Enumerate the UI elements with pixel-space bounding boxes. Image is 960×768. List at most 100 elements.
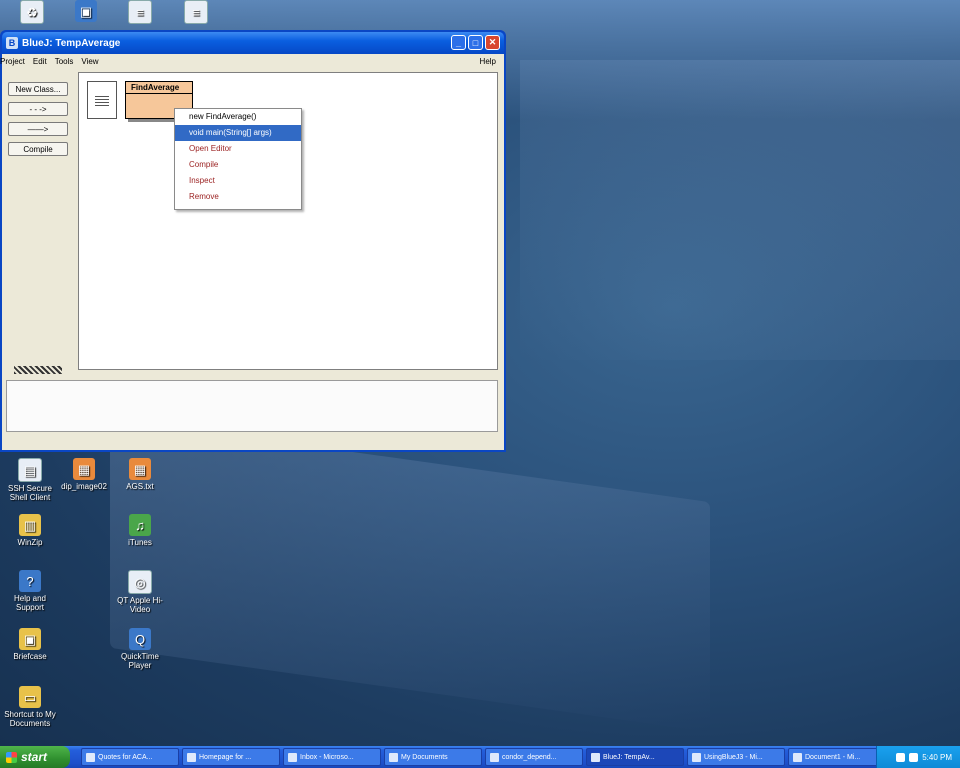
taskbar: start Quotes for ACA... Homepage for ...… bbox=[0, 746, 960, 768]
desktop-icon-label: iTunes bbox=[128, 538, 152, 547]
desktop-icon-itunes[interactable]: ♫ iTunes bbox=[110, 514, 170, 547]
desktop-icon-label: AGS.txt bbox=[126, 482, 154, 491]
machine-indicator bbox=[14, 366, 62, 374]
taskbar-item-inbox[interactable]: Inbox - Microso... bbox=[283, 748, 381, 766]
start-label: start bbox=[21, 750, 48, 764]
system-tray: 5:40 PM bbox=[876, 746, 960, 768]
bluej-app-icon: B bbox=[6, 37, 18, 49]
terminal-icon bbox=[490, 752, 499, 762]
taskbar-item-quotes[interactable]: Quotes for ACA... bbox=[81, 748, 179, 766]
start-button[interactable]: start bbox=[0, 746, 70, 768]
task-label: BlueJ: TempAv... bbox=[603, 753, 655, 761]
new-class-button[interactable]: New Class... bbox=[8, 82, 68, 96]
winzip-icon: ▥ bbox=[19, 514, 41, 536]
class-context-menu: new FindAverage() void main(String[] arg… bbox=[174, 108, 302, 210]
menu-item-compile[interactable]: Compile bbox=[175, 157, 301, 173]
menu-project[interactable]: Project bbox=[0, 57, 25, 66]
quicktime-icon: ◎ bbox=[128, 570, 152, 594]
desktop-icon-briefcase[interactable]: ▣ Briefcase bbox=[0, 628, 60, 661]
compile-button[interactable]: Compile bbox=[8, 142, 68, 156]
menu-item-inspect[interactable]: Inspect bbox=[175, 173, 301, 189]
dell-logo-wallpaper bbox=[110, 417, 710, 733]
taskbar-item-usingbluej[interactable]: UsingBlueJ3 - Mi... bbox=[687, 748, 785, 766]
taskbar-item-bluej[interactable]: BlueJ: TempAv... bbox=[586, 748, 684, 766]
task-label: Quotes for ACA... bbox=[98, 753, 153, 761]
menu-item-remove[interactable]: Remove bbox=[175, 189, 301, 205]
desktop-icon-label: Briefcase bbox=[13, 652, 47, 661]
itunes-icon: ♫ bbox=[129, 514, 151, 536]
folder-icon: ▭ bbox=[19, 686, 41, 708]
task-label: condor_depend... bbox=[502, 753, 557, 761]
menu-edit[interactable]: Edit bbox=[33, 57, 47, 66]
desktop-icon-help[interactable]: ? Help and Support bbox=[0, 570, 60, 612]
file-icon: ≡ bbox=[184, 0, 208, 24]
clock[interactable]: 5:40 PM bbox=[922, 753, 952, 762]
maximize-button[interactable]: □ bbox=[468, 35, 483, 50]
class-name-label: FindAverage bbox=[126, 82, 192, 94]
word-icon bbox=[692, 752, 701, 762]
desktop-icon-label: Help and Support bbox=[13, 594, 47, 612]
desktop-icon-qt-video[interactable]: ◎ QT Apple Hi-Video bbox=[110, 570, 170, 614]
windows-flag-icon bbox=[6, 751, 17, 763]
word-icon bbox=[793, 752, 802, 762]
taskbar-item-homepage[interactable]: Homepage for ... bbox=[182, 748, 280, 766]
desktop-icon-winzip[interactable]: ▥ WinZip bbox=[0, 514, 60, 547]
desktop-icon-ssh[interactable]: ▤ SSH Secure Shell Client bbox=[0, 458, 60, 502]
inheritance-arrow-button[interactable]: ——> bbox=[8, 122, 68, 136]
desktop-icon-ags[interactable]: ▦ AGS.txt bbox=[110, 458, 170, 491]
taskbar-item-document1[interactable]: Document1 - Mi... bbox=[788, 748, 886, 766]
desktop-icon-computer[interactable]: ▣ bbox=[56, 0, 116, 24]
computer-icon: ▣ bbox=[75, 0, 97, 22]
minimize-button[interactable]: _ bbox=[451, 35, 466, 50]
quicktime-icon: Q bbox=[129, 628, 151, 650]
menu-item-open-editor[interactable]: Open Editor bbox=[175, 141, 301, 157]
tray-icon-volume[interactable] bbox=[909, 752, 919, 762]
window-titlebar[interactable]: B BlueJ: TempAverage _ □ ✕ bbox=[2, 32, 504, 54]
ie-icon bbox=[187, 752, 196, 762]
file-icon: ≡ bbox=[128, 0, 152, 24]
message-area bbox=[6, 380, 498, 432]
image-icon: ▦ bbox=[73, 458, 95, 480]
desktop-icon-file-1[interactable]: ≡ bbox=[110, 0, 170, 26]
desktop-icon-label: Shortcut to My Documents bbox=[4, 710, 56, 728]
task-label: Inbox - Microso... bbox=[300, 753, 354, 761]
desktop-icon-label: QT Apple Hi-Video bbox=[117, 596, 163, 614]
desktop-icon-label: QuickTime Player bbox=[121, 652, 159, 670]
desktop-icon-recycle[interactable]: ♻ bbox=[2, 0, 62, 26]
recycle-bin-icon: ♻ bbox=[20, 0, 44, 24]
desktop-icon-label: SSH Secure Shell Client bbox=[7, 484, 53, 502]
monitor-icon: ▤ bbox=[18, 458, 42, 482]
image-icon: ▦ bbox=[129, 458, 151, 480]
desktop-icon-label: WinZip bbox=[17, 538, 43, 547]
task-label: UsingBlueJ3 - Mi... bbox=[704, 753, 763, 761]
menu-tools[interactable]: Tools bbox=[55, 57, 74, 66]
menu-view[interactable]: View bbox=[81, 57, 98, 66]
desktop-icon-dip-image[interactable]: ▦ dip_image02 bbox=[54, 458, 114, 491]
close-button[interactable]: ✕ bbox=[485, 35, 500, 50]
ie-icon bbox=[86, 752, 95, 762]
bluej-icon bbox=[591, 752, 600, 762]
task-label: My Documents bbox=[401, 753, 448, 761]
menubar: Project Edit Tools View Help bbox=[0, 54, 504, 68]
briefcase-icon: ▣ bbox=[19, 628, 41, 650]
window-title: BlueJ: TempAverage bbox=[22, 37, 121, 49]
desktop-wallpaper-highlight bbox=[520, 60, 960, 360]
menu-help[interactable]: Help bbox=[480, 57, 496, 66]
bluej-window: B BlueJ: TempAverage _ □ ✕ Project Edit … bbox=[0, 30, 506, 452]
outlook-icon bbox=[288, 752, 297, 762]
menu-item-constructor[interactable]: new FindAverage() bbox=[175, 109, 301, 125]
desktop-icon-my-documents[interactable]: ▭ Shortcut to My Documents bbox=[0, 686, 60, 728]
menu-item-main[interactable]: void main(String[] args) bbox=[175, 125, 301, 141]
desktop-icon-label: dip_image02 bbox=[61, 482, 107, 491]
uses-arrow-button[interactable]: - - -> bbox=[8, 102, 68, 116]
tray-icon-network[interactable] bbox=[896, 752, 906, 762]
help-icon: ? bbox=[19, 570, 41, 592]
task-label: Homepage for ... bbox=[199, 753, 252, 761]
folder-icon bbox=[389, 752, 398, 762]
readme-document-icon[interactable] bbox=[87, 81, 117, 119]
taskbar-item-my-documents[interactable]: My Documents bbox=[384, 748, 482, 766]
task-label: Document1 - Mi... bbox=[805, 753, 861, 761]
desktop-icon-quicktime[interactable]: Q QuickTime Player bbox=[110, 628, 170, 670]
desktop-icon-file-2[interactable]: ≡ bbox=[166, 0, 226, 26]
taskbar-item-condor[interactable]: condor_depend... bbox=[485, 748, 583, 766]
